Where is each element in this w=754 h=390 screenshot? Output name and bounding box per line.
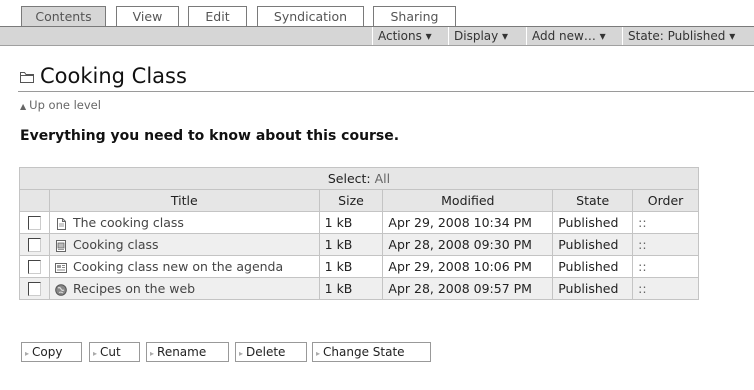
row-modified: Apr 29, 2008 10:06 PM <box>382 255 554 278</box>
row-checkbox-cell <box>19 255 50 278</box>
select-all-link[interactable]: All <box>375 171 391 186</box>
select-cell: Select: All <box>19 167 699 190</box>
row-title-link[interactable]: The cooking class <box>73 215 184 230</box>
row-title-cell: The cooking class <box>48 211 320 234</box>
rename-button-label: Rename <box>157 345 207 359</box>
tab-syndication[interactable]: Syndication <box>257 6 364 27</box>
delete-button[interactable]: ▸ Delete <box>235 342 307 362</box>
table-row: Cooking class 1 kB Apr 28, 2008 09:30 PM… <box>19 233 699 256</box>
row-state: Published <box>552 211 634 234</box>
table-row: The cooking class 1 kB Apr 29, 2008 10:3… <box>19 211 699 234</box>
up-one-level-label: Up one level <box>29 98 101 112</box>
row-title-cell: Recipes on the web <box>48 277 320 300</box>
rename-button[interactable]: ▸ Rename <box>146 342 229 362</box>
tab-sharing[interactable]: Sharing <box>373 6 456 27</box>
up-arrow-icon: ▲ <box>20 102 27 111</box>
header-checkbox-col <box>19 189 50 212</box>
header-modified[interactable]: Modified <box>382 189 554 212</box>
change-state-button[interactable]: ▸ Change State <box>312 342 431 362</box>
row-state: Published <box>552 277 634 300</box>
copy-button-label: Copy <box>32 345 63 359</box>
up-one-level-link[interactable]: ▲ Up one level <box>20 98 101 114</box>
row-modified: Apr 28, 2008 09:30 PM <box>382 233 554 256</box>
cut-button[interactable]: ▸ Cut <box>89 342 140 362</box>
tab-edit[interactable]: Edit <box>188 6 247 27</box>
row-title-link[interactable]: Cooking class <box>73 237 159 252</box>
bullet-icon: ▸ <box>93 349 98 358</box>
table-row: Cooking class new on the agenda 1 kB Apr… <box>19 255 699 278</box>
header-size[interactable]: Size <box>318 189 384 212</box>
row-size: 1 kB <box>318 233 384 256</box>
display-menu[interactable]: Display ▾ <box>448 27 526 45</box>
page-header: Cooking Class <box>18 62 754 92</box>
row-order-handle[interactable]: :: <box>632 233 699 256</box>
row-checkbox[interactable] <box>27 260 41 275</box>
tab-contents[interactable]: Contents <box>21 6 106 27</box>
row-size: 1 kB <box>318 255 384 278</box>
row-checkbox[interactable] <box>27 238 41 253</box>
header-row: Title Size Modified State Order <box>19 189 699 212</box>
row-state: Published <box>552 233 634 256</box>
row-title-link[interactable]: Cooking class new on the agenda <box>73 259 283 274</box>
view-tabs: Contents View Edit Syndication Sharing <box>0 0 754 27</box>
page-description: Everything you need to know about this c… <box>20 128 400 144</box>
row-checkbox-cell <box>19 277 50 300</box>
row-size: 1 kB <box>318 277 384 300</box>
folder-contents-table: Select: All Title Size Modified State Or… <box>19 167 699 300</box>
delete-button-label: Delete <box>246 345 286 359</box>
row-size: 1 kB <box>318 211 384 234</box>
add-new-menu[interactable]: Add new… ▾ <box>526 27 622 45</box>
bullet-icon: ▸ <box>150 349 155 358</box>
news-item-icon <box>54 262 67 273</box>
row-modified: Apr 29, 2008 10:34 PM <box>382 211 554 234</box>
row-order-handle[interactable]: :: <box>632 255 699 278</box>
row-order-handle[interactable]: :: <box>632 277 699 300</box>
folder-icon <box>20 72 34 83</box>
row-checkbox-cell <box>19 233 50 256</box>
row-title-cell: Cooking class new on the agenda <box>48 255 320 278</box>
row-title-cell: Cooking class <box>48 233 320 256</box>
table-row: Recipes on the web 1 kB Apr 28, 2008 09:… <box>19 277 699 300</box>
row-modified: Apr 28, 2008 09:57 PM <box>382 277 554 300</box>
bullet-icon: ▸ <box>316 349 321 358</box>
bullet-icon: ▸ <box>239 349 244 358</box>
link-icon <box>55 283 67 296</box>
select-row: Select: All <box>19 167 699 190</box>
tab-view[interactable]: View <box>116 6 179 27</box>
row-checkbox[interactable] <box>27 282 41 297</box>
bullet-icon: ▸ <box>25 349 30 358</box>
row-title-link[interactable]: Recipes on the web <box>73 281 195 296</box>
page-title: Cooking Class <box>40 64 187 88</box>
row-order-handle[interactable]: :: <box>632 211 699 234</box>
cut-button-label: Cut <box>100 345 121 359</box>
row-state: Published <box>552 255 634 278</box>
actions-menu[interactable]: Actions ▾ <box>372 27 448 45</box>
title-divider <box>18 91 754 92</box>
change-state-button-label: Change State <box>323 345 405 359</box>
select-label: Select: <box>327 171 371 186</box>
content-actions-bar: Actions ▾ Display ▾ Add new… ▾ State: Pu… <box>0 27 754 46</box>
header-title[interactable]: Title <box>48 189 320 212</box>
document-icon <box>56 217 66 230</box>
header-order[interactable]: Order <box>632 189 699 212</box>
state-menu[interactable]: State: Published ▾ <box>622 27 754 45</box>
image-icon <box>55 239 66 252</box>
row-checkbox-cell <box>19 211 50 234</box>
row-checkbox[interactable] <box>27 216 41 231</box>
copy-button[interactable]: ▸ Copy <box>21 342 82 362</box>
header-state[interactable]: State <box>552 189 634 212</box>
